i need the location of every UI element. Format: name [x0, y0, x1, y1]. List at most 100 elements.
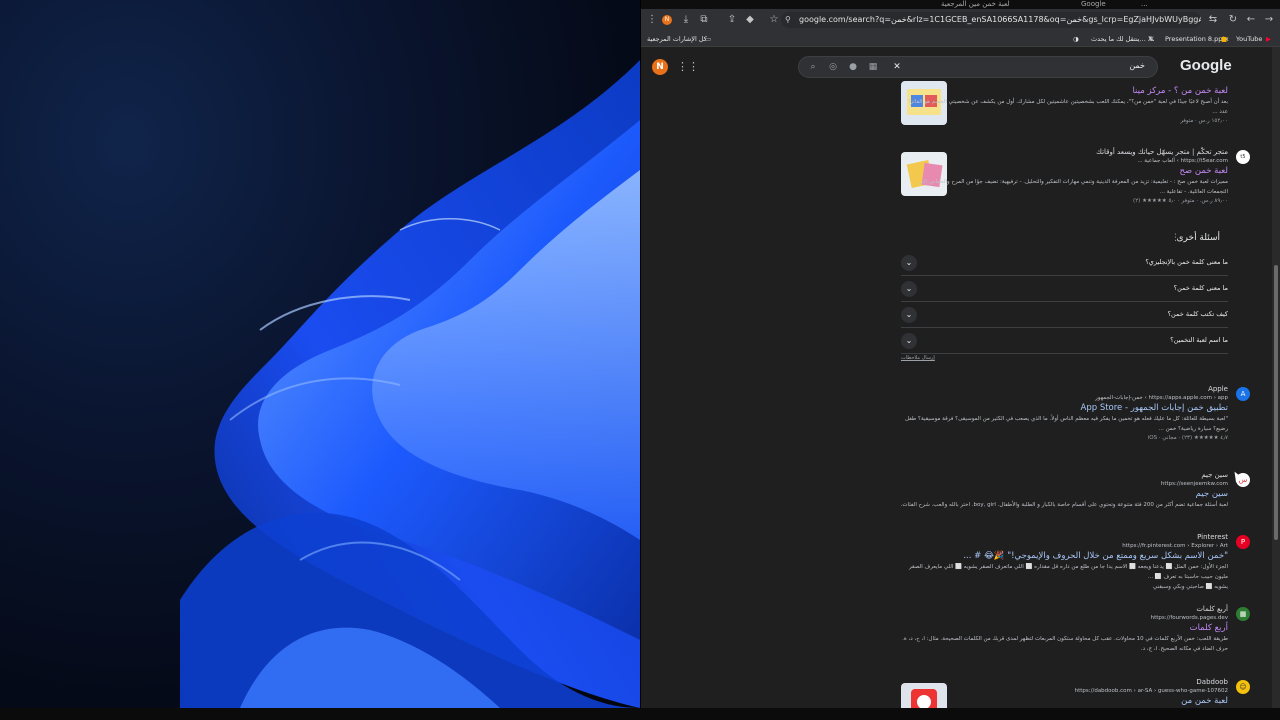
bookmark-icon[interactable]: ◑	[1073, 34, 1079, 44]
result-source[interactable]: Apple	[898, 385, 1228, 394]
google-apps-icon[interactable]: ⋮⋮	[677, 60, 699, 74]
bookmark-folder-icon: ▭	[705, 35, 712, 43]
bookmark-presentation[interactable]: Presentation 8.pptx	[1165, 34, 1229, 44]
app-store-icon: A	[1236, 387, 1250, 401]
result-snippet: طريقة اللعب: خمن الأربع كلمات في 10 محاو…	[902, 636, 1228, 642]
result-title[interactable]: تطبيق خمن إجابات الجمهور - App Store	[898, 402, 1228, 414]
sidebar-icon[interactable]: ⇆	[1206, 13, 1220, 27]
tab-2[interactable]: Google	[1081, 0, 1111, 9]
result-url[interactable]: https://fr.pinterest.com › Explorer › Ar…	[898, 542, 1228, 550]
result-url[interactable]: https://apps.apple.com › app › خمن-إجابا…	[898, 394, 1228, 402]
desktop-wallpaper	[0, 0, 640, 708]
bookmark-x[interactable]: ينتقل لك ما يحدث... X	[1091, 34, 1153, 44]
result-source[interactable]: متجر تحكّم | متجر يسهّل حياتك ويسعد أوقا…	[898, 148, 1228, 157]
mic-icon[interactable]: ●	[847, 61, 859, 73]
search-result: P Pinterest https://fr.pinterest.com › E…	[898, 533, 1250, 592]
result-title[interactable]: "خمن الاسم بشكل سريع وممتع من خلال الحرو…	[898, 550, 1228, 562]
chevron-down-icon[interactable]: ⌄	[901, 281, 917, 297]
google-logo[interactable]: Google	[1180, 57, 1232, 74]
bookmarks-bar: كل الإشارات المرجعية ▭ ◑ ينتقل لك ما يحد…	[641, 31, 1280, 47]
site-info-icon[interactable]: ⚲	[785, 12, 791, 28]
result-title[interactable]: سين جيم	[898, 488, 1228, 500]
result-snippet: مميزات لعبة خمن صح : - تعليمية: تزيد من …	[919, 179, 1228, 195]
paa-question-text: ما معنى كلمة خمن؟	[1173, 284, 1228, 292]
taskbar	[0, 708, 1280, 720]
browser-toolbar: ⋮ N ⤓ ⧉ ⇪ ◆ ☆ ⚲ google.com/search?q=خمن&…	[641, 9, 1280, 31]
extensions-icon[interactable]: ⧉	[697, 13, 711, 27]
result-snippet-line2: يشويه ⬜ صاحبتي وبكي وسبقني	[1152, 584, 1228, 590]
download-icon[interactable]: ⤓	[679, 13, 693, 27]
people-also-ask-title: أسئلة أخرى	[1176, 233, 1221, 243]
paa-question[interactable]: ⌄ كيف تكتب كلمة خمن؟	[901, 302, 1228, 328]
clear-icon[interactable]: ✕	[891, 61, 903, 73]
search-box[interactable]: ⌕ ◎ ● ▦ ✕ خمن	[798, 56, 1158, 78]
result-url[interactable]: https://dabdoob.com › ar-SA › guess-who-…	[898, 687, 1228, 695]
result-source[interactable]: Pinterest	[898, 533, 1228, 542]
result-snippet: لعبة أسئلة جماعية تضم أكثر من 200 فئة مت…	[900, 502, 1228, 508]
search-results-page: N ⋮⋮ ⌕ ◎ ● ▦ ✕ خمن Google لعبة خمن من ؟ …	[641, 47, 1272, 708]
more-options-icon[interactable]: ⋮	[1171, 233, 1180, 243]
search-result: لعبة خمن من ؟ - مركز مينا بعد أن أصبح لا…	[898, 85, 1228, 126]
x-icon: 𝕏	[1149, 35, 1155, 43]
back-icon[interactable]: ←	[1244, 13, 1258, 27]
result-meta: ١٥٢٫٠٠ ر.س · متوفر	[1180, 118, 1228, 124]
desktop: لعبة خمن مين المرجعية Google ... ⋮ N ⤓ ⧉…	[0, 0, 1280, 720]
reload-icon[interactable]: ↻	[1226, 13, 1240, 27]
address-bar[interactable]: ⚲ google.com/search?q=خمن&rlz=1C1GCEB_en…	[781, 12, 1201, 28]
site-favicon: ▦	[1236, 607, 1250, 621]
search-result: ▦ أربع كلمات https://fourwords.pages.dev…	[898, 605, 1250, 654]
lens-icon[interactable]: ◎	[827, 61, 839, 73]
paa-question[interactable]: ⌄ ما اسم لعبة التخمين؟	[901, 328, 1228, 354]
microsoft-icon: ■	[1221, 35, 1228, 43]
scrollbar-thumb[interactable]	[1274, 265, 1278, 540]
account-avatar[interactable]: N	[652, 59, 668, 75]
all-bookmarks[interactable]: كل الإشارات المرجعية	[647, 34, 707, 44]
result-url[interactable]: https://seenjeemkw.com	[898, 480, 1228, 488]
search-result: ☺ Dabdoob https://dabdoob.com › ar-SA › …	[898, 678, 1250, 707]
keyboard-icon[interactable]: ▦	[867, 61, 879, 73]
paa-question[interactable]: ⌄ ما معنى كلمة خمن؟	[901, 276, 1228, 302]
result-url[interactable]: https://fourwords.pages.dev	[898, 614, 1228, 622]
result-title[interactable]: لعبة خمن صح	[898, 165, 1228, 177]
result-snippet: بعد أن أصبح لاعبًا جيدًا في لعبة "خمن من…	[908, 99, 1228, 115]
result-title[interactable]: لعبة خمن من ؟ - مركز مينا	[898, 85, 1228, 97]
menu-icon[interactable]: ⋮	[645, 13, 659, 27]
bookmark-youtube[interactable]: YouTube	[1236, 34, 1262, 44]
paa-question-text: ما اسم لعبة التخمين؟	[1170, 336, 1228, 344]
share-icon[interactable]: ⇪	[725, 13, 739, 27]
site-favicon: ☺	[1236, 680, 1250, 694]
tab-3[interactable]: ...	[1141, 0, 1171, 9]
paa-question[interactable]: ⌄ ما معنى كلمة خمن بالإنجليزي؟	[901, 250, 1228, 276]
chevron-down-icon[interactable]: ⌄	[901, 307, 917, 323]
search-result: س سين جيم https://seenjeemkw.com سين جيم…	[898, 471, 1250, 510]
bookmark-star-icon[interactable]: ☆	[767, 13, 781, 27]
bloom-artwork	[180, 60, 640, 708]
profile-icon[interactable]: N	[662, 15, 672, 25]
search-result: A Apple https://apps.apple.com › app › خ…	[898, 385, 1250, 443]
paa-question-text: كيف تكتب كلمة خمن؟	[1167, 310, 1228, 318]
result-meta: ٤٫٧ ★★★★★ (٢٣) · مجاني · iOS	[1147, 435, 1228, 441]
forward-icon[interactable]: →	[1262, 13, 1276, 27]
result-source[interactable]: Dabdoob	[898, 678, 1228, 687]
site-favicon: t5	[1236, 150, 1250, 164]
search-query: خمن	[1129, 61, 1145, 70]
browser-window: لعبة خمن مين المرجعية Google ... ⋮ N ⤓ ⧉…	[641, 0, 1280, 708]
chevron-down-icon[interactable]: ⌄	[901, 333, 917, 349]
tab-1[interactable]: لعبة خمن مين المرجعية	[941, 0, 1021, 9]
result-meta: ٨٩٫٠٠ ر.س. · متوفر · ٥٫٠ ★★★★★ (٢)	[1133, 198, 1228, 204]
result-url[interactable]: https://t5ear.com › ألعاب جماعية ...	[898, 157, 1228, 165]
result-source[interactable]: أربع كلمات	[898, 605, 1228, 614]
search-result: t5 متجر تحكّم | متجر يسهّل حياتك ويسعد أ…	[898, 148, 1250, 206]
result-snippet-line2: حرف الضاد في مكانه الصحيح. ا، ج، د.	[1140, 646, 1228, 652]
result-title[interactable]: لعبة خمن من	[898, 695, 1228, 707]
feedback-link[interactable]: إرسال ملاحظات	[901, 355, 935, 361]
tab-strip: لعبة خمن مين المرجعية Google ...	[641, 0, 1280, 9]
chevron-down-icon[interactable]: ⌄	[901, 255, 917, 271]
result-source[interactable]: سين جيم	[898, 471, 1228, 480]
search-icon[interactable]: ⌕	[807, 61, 819, 73]
pinterest-icon: P	[1236, 535, 1250, 549]
shield-icon[interactable]: ◆	[743, 13, 757, 27]
result-snippet: الجزء الأول: خمن المثل ⬜ يدعنا ويجعه ⬜ ا…	[909, 564, 1228, 580]
result-snippet: "لعبة بسيطة للعائلة: كل ما عليك فعله هو …	[904, 416, 1228, 432]
result-title[interactable]: أربع كلمات	[898, 622, 1228, 634]
